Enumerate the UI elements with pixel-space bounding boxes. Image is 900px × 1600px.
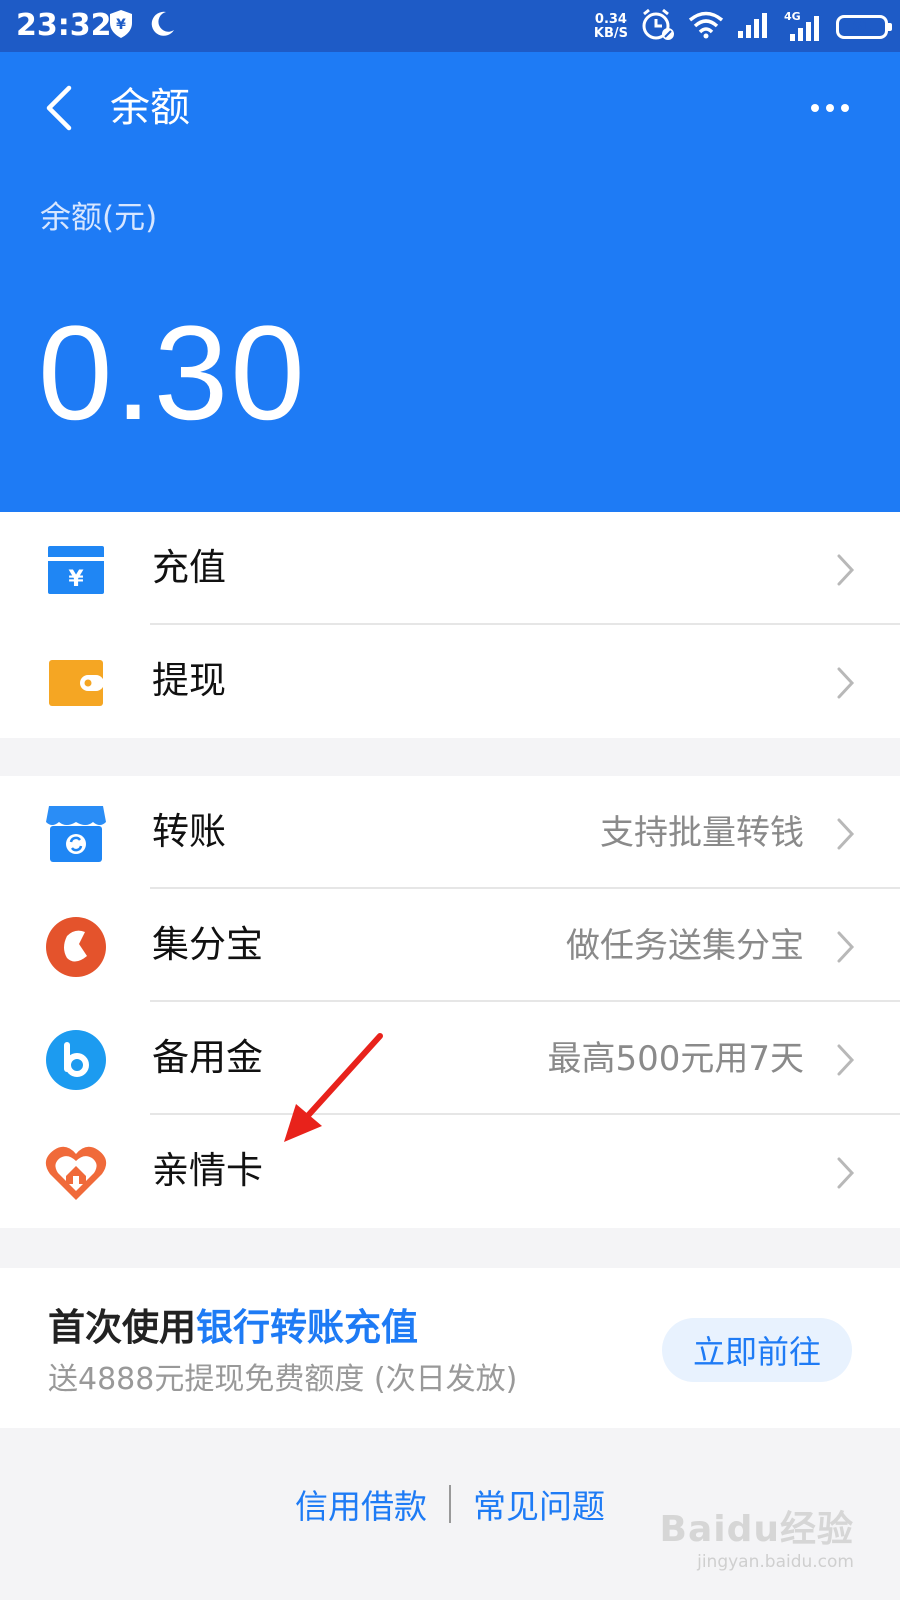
reserve-fund-icon (44, 1028, 108, 1092)
promo-subtitle: 送4888元提现免费额度 (次日发放) (48, 1362, 518, 1397)
family-card-heart-icon (44, 1141, 108, 1205)
row-label: 提现 (152, 659, 226, 702)
row-transfer[interactable]: 转账 支持批量转钱 (0, 776, 900, 889)
promo-title: 首次使用银行转账充值 (48, 1306, 418, 1349)
status-time: 23:32 (16, 8, 112, 43)
row-label: 充值 (152, 546, 226, 589)
row-label: 备用金 (152, 1036, 263, 1079)
balance-header: 余额 余额(元) 0.30 (0, 52, 900, 512)
watermark-url: jingyan.baidu.com (697, 1552, 854, 1572)
jifenbao-icon (44, 915, 108, 979)
more-dot-icon (811, 104, 819, 112)
funds-group: ¥ 充值 提现 (0, 512, 900, 738)
footer-separator (449, 1485, 451, 1523)
balance-label: 余额(元) (40, 200, 158, 236)
more-dot-icon (826, 104, 834, 112)
wallet-icon (44, 651, 108, 715)
moon-icon (148, 10, 176, 42)
go-now-button[interactable]: 立即前往 (662, 1318, 852, 1382)
chevron-right-icon (837, 1157, 855, 1189)
shield-yen-icon: ¥ (108, 9, 134, 43)
chevron-left-icon (46, 85, 72, 131)
services-group: 转账 支持批量转钱 集分宝 做任务送集分宝 备用金 最高500元用7天 亲情卡 (0, 776, 900, 1228)
row-withdraw[interactable]: 提现 (0, 625, 900, 738)
annotation-arrow-icon (284, 1033, 383, 1142)
signal-4g-icon: 4G (784, 10, 824, 42)
net-speed: 0.34 KB/S (593, 12, 628, 41)
chevron-right-icon (837, 931, 855, 963)
balance-amount[interactable]: 0.30 (38, 304, 307, 444)
row-label: 亲情卡 (152, 1149, 263, 1192)
signal-icon (736, 11, 772, 43)
more-dot-icon (841, 104, 849, 112)
credit-loan-link[interactable]: 信用借款 (295, 1480, 427, 1528)
chevron-right-icon (837, 667, 855, 699)
chevron-right-icon (837, 554, 855, 586)
svg-text:¥: ¥ (68, 567, 84, 592)
baidu-watermark: Baidu经验 jingyan.baidu.com (660, 1500, 854, 1572)
row-recharge[interactable]: ¥ 充值 (0, 512, 900, 625)
page-title: 余额 (110, 85, 190, 131)
row-hint: 做任务送集分宝 (566, 926, 804, 966)
status-bar: 23:32 ¥ 0.34 KB/S 4G 61 (0, 0, 900, 52)
chevron-right-icon (837, 1044, 855, 1076)
watermark-logo: Baidu经验 (659, 1509, 854, 1550)
recharge-yen-icon: ¥ (44, 538, 108, 602)
faq-link[interactable]: 常见问题 (473, 1480, 605, 1528)
wifi-icon (688, 11, 724, 43)
svg-text:¥: ¥ (116, 17, 126, 33)
battery-icon: 61 (836, 15, 892, 39)
row-hint: 最高500元用7天 (547, 1039, 804, 1079)
transfer-store-icon (44, 802, 108, 866)
promo-title-highlight: 银行转账充值 (196, 1306, 418, 1349)
row-family-card[interactable]: 亲情卡 (0, 1115, 900, 1228)
row-jifenbao[interactable]: 集分宝 做任务送集分宝 (0, 889, 900, 1002)
more-options-button[interactable] (800, 80, 860, 136)
promo-banner: 首次使用银行转账充值 送4888元提现免费额度 (次日发放) 立即前往 (0, 1268, 900, 1428)
row-label: 转账 (152, 810, 226, 853)
chevron-right-icon (837, 818, 855, 850)
row-label: 集分宝 (152, 923, 263, 966)
back-button[interactable] (30, 80, 86, 136)
row-reserve-fund[interactable]: 备用金 最高500元用7天 (0, 1002, 900, 1115)
row-hint: 支持批量转钱 (600, 813, 804, 853)
alarm-clock-icon (640, 8, 676, 46)
